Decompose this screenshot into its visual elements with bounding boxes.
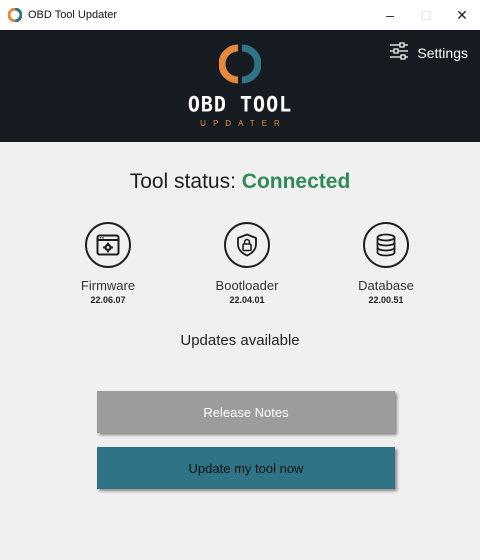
window-controls: – □ ✕ [372,0,480,30]
tool-status-label: Tool status: [129,170,236,193]
app-logo-icon [8,8,22,22]
window-title: OBD Tool Updater [28,9,118,21]
release-notes-button[interactable]: Release Notes [97,391,395,433]
sliders-icon [389,42,409,63]
tool-status: Tool status: Connected [0,170,480,194]
updates-available-text: Updates available [180,332,300,349]
firmware-component: Firmware 22.06.07 [48,222,168,305]
app-header: OBD TOOL UPDATER Settings [0,30,480,142]
database-icon [363,222,409,268]
firmware-version: 22.06.07 [90,295,126,305]
database-label: Database [358,278,414,293]
database-component: Database 22.00.51 [326,222,446,305]
tool-status-value: Connected [241,170,351,193]
bootloader-component: Bootloader 22.04.01 [187,222,307,305]
window-titlebar: OBD Tool Updater – □ ✕ [0,0,480,30]
shield-lock-icon [224,222,270,268]
minimize-button[interactable]: – [372,0,408,30]
close-button[interactable]: ✕ [444,0,480,30]
update-tool-button[interactable]: Update my tool now [97,447,395,489]
maximize-button[interactable]: □ [408,0,444,30]
bootloader-label: Bootloader [215,278,279,293]
firmware-window-gear-icon [85,222,131,268]
database-version: 22.00.51 [368,295,404,305]
brand-subtitle: UPDATER [200,119,287,128]
settings-button[interactable]: Settings [389,42,468,63]
brand-logo-icon [218,43,262,90]
bootloader-version: 22.04.01 [229,295,265,305]
settings-label: Settings [417,44,468,61]
brand-title: OBD TOOL [187,91,293,117]
firmware-label: Firmware [80,278,136,293]
